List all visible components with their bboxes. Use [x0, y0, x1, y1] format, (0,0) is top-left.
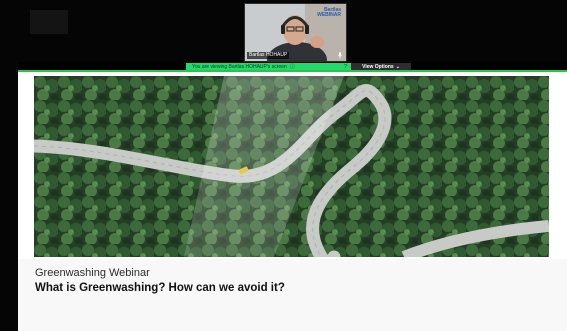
- forest-road-image: [34, 76, 549, 257]
- participant-name-tag: Bartlas HOHAUP: [247, 52, 290, 59]
- left-edge: [0, 62, 18, 331]
- slide-caption-area: Greenwashing Webinar What is Greenwashin…: [18, 259, 567, 331]
- aerial-forest-road-photo: [34, 76, 549, 257]
- top-left-placeholder: [30, 10, 68, 34]
- slide-kicker: Greenwashing Webinar: [35, 267, 150, 279]
- participant-video-tile[interactable]: Bartlas WEBINAR Bartlas HOHAUP: [244, 3, 347, 62]
- shared-slide: Greenwashing Webinar What is Greenwashin…: [18, 72, 567, 331]
- video-logo-line2: WEBINAR: [317, 12, 341, 18]
- slide-title: What is Greenwashing? How can we avoid i…: [35, 282, 285, 294]
- video-logo: Bartlas WEBINAR: [317, 8, 341, 18]
- microphone-icon[interactable]: [337, 52, 343, 59]
